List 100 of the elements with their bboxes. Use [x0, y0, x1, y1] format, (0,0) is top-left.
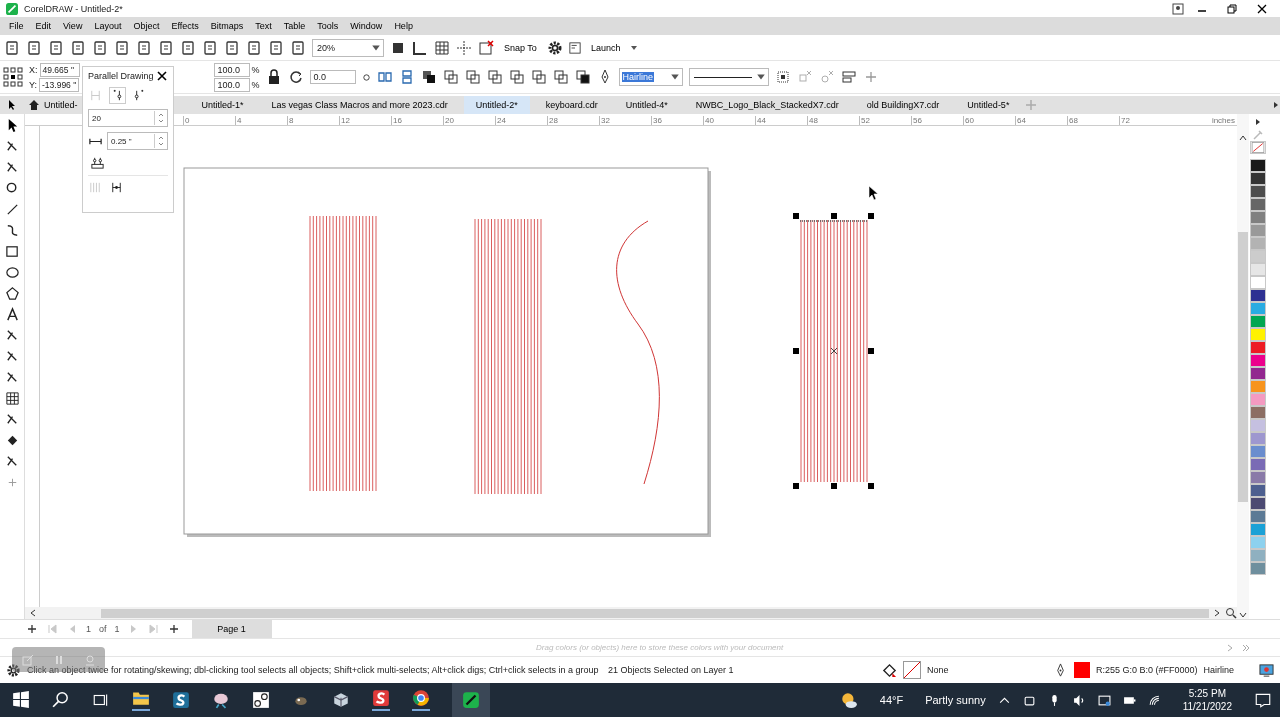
color-swatch[interactable] — [1250, 198, 1266, 211]
rectangle-icon[interactable] — [4, 244, 20, 259]
snap-off-icon[interactable] — [478, 39, 494, 56]
outline-width-field[interactable]: Hairline — [621, 72, 655, 82]
color-swatch[interactable] — [1250, 159, 1266, 172]
pattern-icon[interactable] — [4, 391, 20, 406]
scroll-down-icon[interactable] — [1239, 611, 1247, 619]
add-page-icon[interactable] — [26, 623, 38, 635]
polygon-icon[interactable] — [4, 286, 20, 301]
color-swatch[interactable] — [1250, 523, 1266, 536]
selection-handle[interactable] — [868, 348, 874, 354]
intersect-icon[interactable] — [486, 69, 503, 85]
boundary-icon[interactable] — [574, 69, 591, 85]
document-tab[interactable]: Untitled-2* — [463, 96, 530, 114]
color-swatch[interactable] — [1250, 562, 1266, 575]
scroll-right-icon[interactable] — [1213, 609, 1221, 617]
notification-icon[interactable] — [1254, 691, 1272, 709]
x-field[interactable]: 49.665 " — [39, 62, 80, 77]
menu-item[interactable]: Layout — [89, 21, 129, 31]
close-icon[interactable] — [1256, 2, 1268, 15]
selection-handle[interactable] — [868, 483, 874, 489]
color-swatch[interactable] — [1250, 341, 1266, 354]
menu-item[interactable]: Effects — [166, 21, 206, 31]
home-icon[interactable] — [28, 99, 40, 111]
color-swatch[interactable] — [1250, 380, 1266, 393]
clock-time[interactable]: 5:25 PM — [1188, 688, 1226, 699]
menu-item[interactable]: Table — [278, 21, 313, 31]
horizontal-scrollbar-thumb[interactable] — [101, 608, 1209, 618]
color-swatch[interactable] — [1250, 224, 1266, 237]
color-swatch[interactable] — [1250, 471, 1266, 484]
back-minus-front-icon[interactable] — [552, 69, 569, 85]
speaker-icon[interactable] — [1072, 693, 1086, 707]
brain-icon[interactable] — [212, 691, 230, 709]
color-swatch[interactable] — [1250, 250, 1266, 263]
color-swatch[interactable] — [1250, 510, 1266, 523]
windows-start-icon[interactable] — [12, 691, 30, 709]
document-tab[interactable]: NWBC_Logo_Black_StackedX7.cdr — [683, 96, 851, 114]
document-tab[interactable]: Untitled- — [44, 96, 78, 114]
scroll-left-icon[interactable] — [29, 609, 37, 617]
scroll-up-icon[interactable] — [1239, 134, 1247, 142]
front-minus-back-icon[interactable] — [530, 69, 547, 85]
caret-icon[interactable] — [755, 72, 766, 82]
simplify-icon[interactable] — [508, 69, 525, 85]
color-swatch[interactable] — [1250, 276, 1266, 289]
selection-handle[interactable] — [793, 348, 799, 354]
ellipse-icon[interactable] — [4, 265, 20, 280]
color-swatch[interactable] — [1250, 289, 1266, 302]
document-tab[interactable]: Untitled-4* — [613, 96, 680, 114]
browser-icon[interactable] — [412, 689, 430, 711]
angle-field[interactable]: 0.0 — [309, 70, 356, 84]
color-swatch[interactable] — [1250, 458, 1266, 471]
window-icon[interactable] — [568, 41, 581, 54]
page-icon[interactable] — [136, 39, 152, 56]
rulers-icon[interactable] — [412, 39, 428, 56]
grid-icon[interactable] — [434, 39, 450, 56]
document-tab[interactable]: old BuildingX7.cdr — [854, 96, 952, 114]
color-swatch[interactable] — [1250, 302, 1266, 315]
left-offset-icon[interactable] — [109, 87, 126, 104]
search-icon[interactable] — [52, 691, 70, 709]
wifi-icon[interactable] — [1147, 693, 1161, 707]
zoom-icon[interactable] — [1225, 607, 1237, 619]
color-swatch[interactable] — [1250, 393, 1266, 406]
app-icon[interactable] — [372, 689, 390, 711]
color-swatch[interactable] — [1250, 315, 1266, 328]
line-style-preview[interactable] — [693, 76, 752, 78]
trim-icon[interactable] — [464, 69, 481, 85]
menu-item[interactable]: Edit — [30, 21, 59, 31]
color-swatch[interactable] — [1250, 328, 1266, 341]
color-swatch[interactable] — [1250, 432, 1266, 445]
task-view-icon[interactable] — [92, 691, 110, 709]
selection-handle[interactable] — [831, 213, 837, 219]
reference-point-icon[interactable] — [3, 67, 23, 87]
new-document-icon[interactable] — [4, 39, 20, 56]
cube-icon[interactable] — [332, 691, 350, 709]
color-swatch[interactable] — [1250, 536, 1266, 549]
y-field[interactable]: -13.996 " — [39, 77, 79, 92]
text-icon[interactable] — [4, 307, 20, 322]
color-swatch[interactable] — [1250, 549, 1266, 562]
selection-handle[interactable] — [793, 213, 799, 219]
menu-item[interactable]: Window — [345, 21, 390, 31]
clock-date[interactable]: 11/21/2022 — [1182, 701, 1232, 712]
app-icon[interactable] — [172, 691, 190, 709]
menu-item[interactable]: Help — [389, 21, 420, 31]
pointer-icon[interactable] — [6, 99, 18, 111]
caret-icon[interactable] — [669, 72, 680, 82]
close-icon[interactable] — [156, 70, 168, 82]
menu-item[interactable]: File — [4, 21, 31, 31]
selection-handle[interactable] — [831, 483, 837, 489]
document-tab[interactable]: Untitled-1* — [189, 96, 256, 114]
color-swatch[interactable] — [1250, 172, 1266, 185]
account-icon[interactable] — [1172, 2, 1184, 15]
document-tab[interactable]: Las vegas Class Macros and more 2023.cdr — [259, 96, 460, 114]
settings-icon[interactable] — [6, 662, 21, 678]
offset-snap-icon[interactable] — [90, 155, 105, 170]
order-icon[interactable] — [420, 69, 437, 85]
color-swatch[interactable] — [1250, 419, 1266, 432]
selection-handle[interactable] — [793, 483, 799, 489]
color-swatch[interactable] — [1250, 445, 1266, 458]
color-swatch[interactable] — [1250, 354, 1266, 367]
scale-height-field[interactable]: 100.0 — [213, 77, 250, 92]
